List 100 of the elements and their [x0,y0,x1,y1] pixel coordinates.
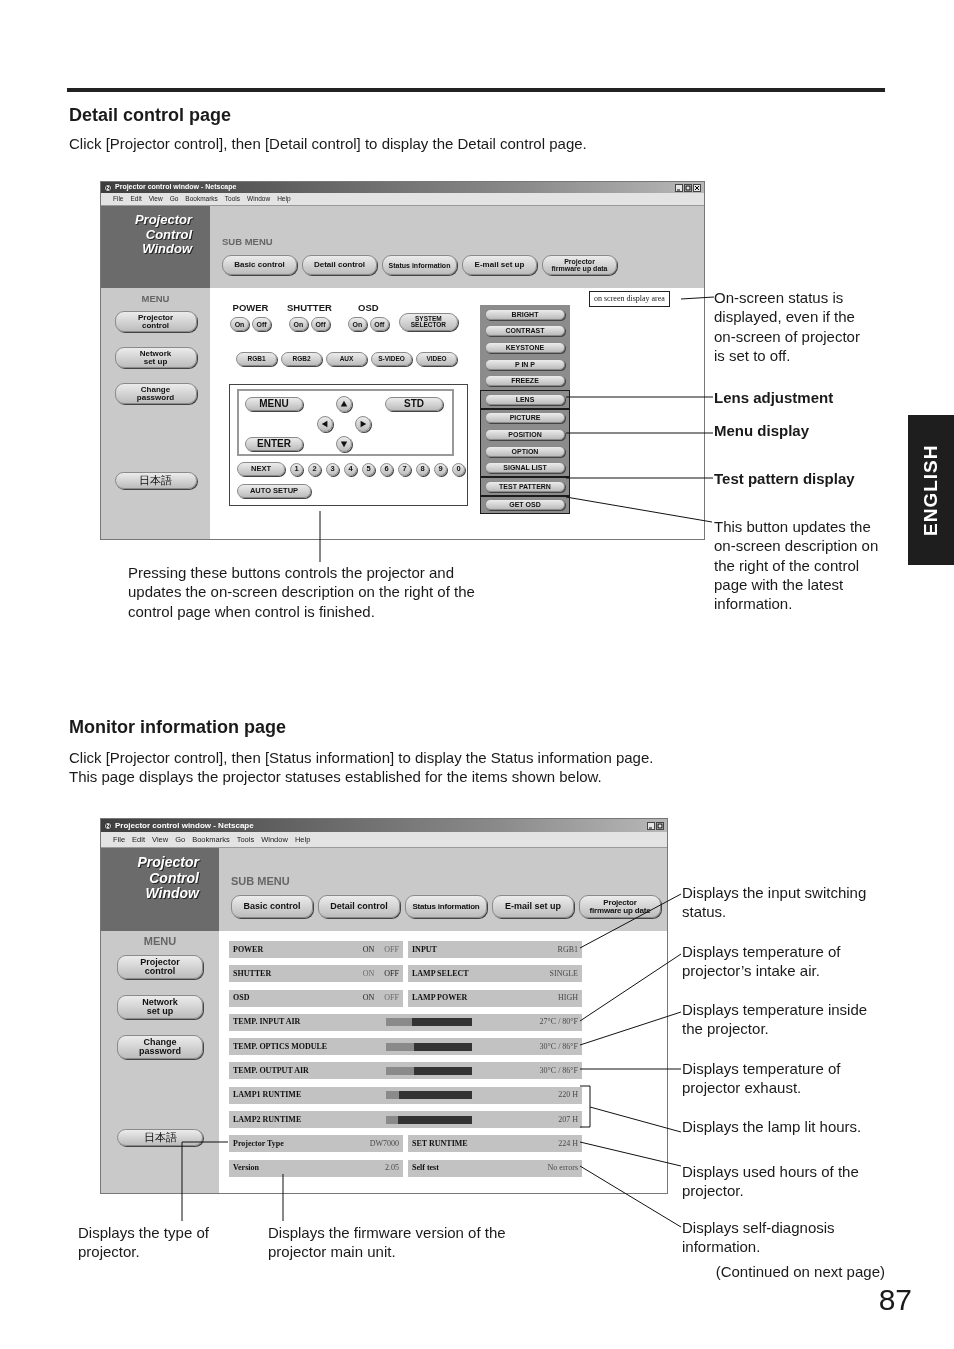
toggle-label: POWER [232,302,269,313]
status-value: DW7000 [369,1139,399,1148]
toggle-label: SHUTTER [287,302,332,313]
logo-text: Projector Control Window [137,855,199,902]
callout-text: Displays used hours of the projector. [682,1162,860,1201]
status-value: 30°C / 86°F [539,1042,578,1051]
status-value: No errors [547,1164,578,1173]
close-button[interactable] [693,183,701,192]
status-value: 220 H [558,1091,578,1100]
callout-text: Displays temperature inside the projector. [682,1000,869,1039]
display-area-label: on screen display area [589,291,670,307]
sidebar-heading: MENU [141,293,170,304]
callout-text: Lens adjustment [714,388,835,408]
status-value: 2.05 [385,1164,399,1173]
status-label: SET RUNTIME [412,1139,468,1148]
paragraph: Click [Projector control], then [Status information] to display the Status information page. [69,748,655,767]
callout-text: This button updates the on-screen description on the right of the control page with the latest information. [714,517,880,614]
status-label: TEMP. INPUT AIR [233,1018,302,1027]
callout-text: Displays the lamp lit hours. [682,1117,863,1137]
app-icon [104,821,112,830]
maximize-button[interactable] [684,183,692,192]
right-arrow-icon [359,420,367,428]
leader-line [319,510,321,563]
nav-button[interactable]: Network set up [114,347,197,368]
language-tab[interactable]: ENGLISH [908,415,954,565]
status-label: LAMP SELECT [412,969,469,978]
minimize-button[interactable] [647,821,655,830]
sub-menu-button[interactable]: Status information [405,895,487,918]
left-arrow-icon [321,420,329,428]
sub-menu-label: SUB MENU [222,236,273,247]
sub-menu-button[interactable]: Basic control [231,895,313,918]
paragraph: Click [Projector control], then [Detail control] to display the Detail control page. [69,134,588,153]
enter-key-button[interactable]: ENTER [245,437,303,451]
status-label: LAMP2 RUNTIME [233,1115,303,1124]
nav-button[interactable]: Change password [114,383,197,404]
status-value: ON [362,945,375,954]
callout-text: Displays temperature of projector exhaust. [682,1059,842,1098]
logo-text: Projector Control Window [134,213,192,257]
status-label: LAMP POWER [412,994,468,1003]
status-value: HIGH [558,994,578,1003]
status-label: TEMP. OPTICS MODULE [233,1042,329,1051]
sub-menu-button[interactable]: E-mail set up [492,895,574,918]
status-label: POWER [233,945,264,954]
status-label: INPUT [412,945,437,954]
std-key-button[interactable]: STD [385,397,443,411]
status-label: SHUTTER [233,969,272,978]
right-arrow-button[interactable] [355,416,371,432]
status-label: OSD [233,994,250,1003]
down-arrow-button[interactable] [336,436,352,452]
callout-text: Displays self-diagnosis information. [682,1218,836,1257]
leader-line [680,296,715,300]
nav-button[interactable]: Projector control [117,955,203,979]
status-label: LAMP1 RUNTIME [233,1091,303,1100]
up-arrow-button[interactable] [336,396,352,412]
callout-text: Test pattern display [714,469,856,489]
paragraph: This page displays the projector statuses established for the items shown below. [69,767,603,786]
sub-menu-button[interactable]: Detail control [318,895,400,918]
nav-button[interactable]: 日本語 [114,472,197,489]
status-value: ON [362,969,375,978]
callout-text: Displays the type of projector. [78,1223,210,1262]
sub-menu-button[interactable]: E-mail set up [462,255,537,275]
nav-button[interactable]: Projector control [114,311,197,332]
status-value: 27°C / 80°F [539,1018,578,1027]
callout-text: Displays the firmware version of the projector main unit. [268,1223,507,1262]
page-number: 87 [877,1283,912,1317]
left-arrow-button[interactable] [317,416,333,432]
section-heading: Detail control page [69,104,233,126]
status-value: 224 H [558,1139,578,1148]
callout-text: Displays the input switching status. [682,883,868,922]
minimize-button[interactable] [675,183,683,192]
status-value: OFF [384,945,399,954]
menu-key-button[interactable]: MENU [245,397,303,411]
status-value: 207 H [558,1115,578,1124]
maximize-button[interactable] [656,821,664,830]
status-value: OFF [384,994,399,1003]
sub-menu-button[interactable]: Projector firmware up date [579,895,661,918]
sub-menu-label: SUB MENU [231,875,290,888]
nav-button[interactable]: 日本語 [117,1129,203,1146]
status-label: Projector Type [233,1139,284,1148]
down-arrow-icon [340,440,348,448]
sidebar-heading: MENU [143,936,177,947]
callout-text: Menu display [714,421,811,441]
callout-text: Displays temperature of projector’s intake air. [682,942,842,981]
leader-line [282,1173,284,1222]
status-label: Version [233,1164,259,1173]
continued-note: (Continued on next page) [714,1262,885,1281]
status-value: SINGLE [549,969,578,978]
section-heading: Monitor information page [69,716,287,738]
toggle-label: OSD [358,302,379,313]
sub-menu-button[interactable]: Detail control [302,255,377,275]
status-value: OFF [384,969,399,978]
status-value: ON [362,994,375,1003]
nav-button[interactable]: Network set up [117,995,203,1019]
status-label: TEMP. OUTPUT AIR [233,1067,310,1075]
sub-menu-button[interactable]: Basic control [222,255,297,275]
nav-button[interactable]: Change password [117,1035,203,1059]
up-arrow-icon [340,400,348,408]
status-value: RGB1 [557,945,578,954]
window-title: Projector control window - Netscape [115,819,254,832]
callout-text: On-screen status is displayed, even if the on-screen of projector is set to off. [714,288,861,366]
